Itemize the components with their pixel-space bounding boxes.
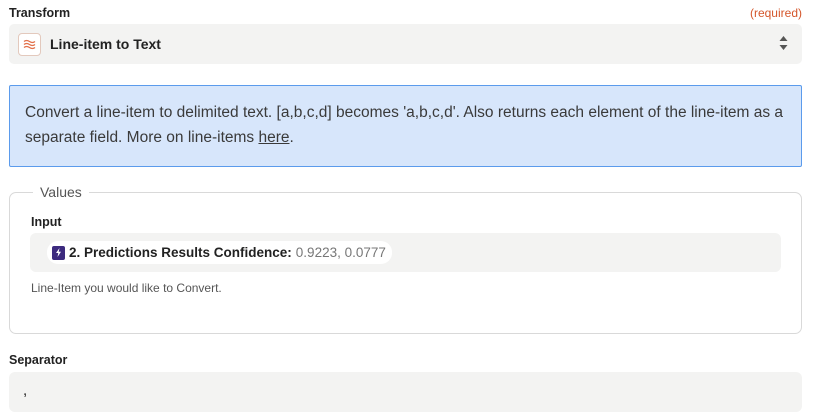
separator-label: Separator <box>9 353 68 367</box>
transform-select[interactable]: Line-item to Text <box>9 24 802 64</box>
info-text: Convert a line-item to delimited text. [… <box>25 104 784 146</box>
values-legend: Values <box>33 184 89 200</box>
mapped-field-pill[interactable]: 2. Predictions Results Confidence: 0.922… <box>47 241 392 264</box>
values-fieldset: Values Input 2. Predictions Results Conf… <box>9 184 802 334</box>
separator-value: , <box>23 382 28 399</box>
input-help-text: Line-Item you would like to Convert. <box>31 281 222 295</box>
sort-arrows-icon <box>779 36 788 50</box>
info-banner: Convert a line-item to delimited text. [… <box>9 85 802 167</box>
separator-input[interactable]: , <box>9 372 802 412</box>
pill-field-value: 0.9223, 0.0777 <box>295 245 386 260</box>
transform-form: Transform (required) Line-item to Text C… <box>0 0 813 419</box>
required-indicator: (required) <box>749 6 802 20</box>
transform-label: Transform <box>9 6 71 20</box>
transform-field-header: Transform (required) <box>9 5 802 21</box>
line-items-help-link[interactable]: here <box>258 129 289 146</box>
pill-field-name: 2. Predictions Results Confidence: <box>69 245 292 260</box>
transform-selected-value: Line-item to Text <box>50 36 161 52</box>
input-label: Input <box>31 215 62 229</box>
formatter-icon <box>18 32 41 56</box>
input-field[interactable]: 2. Predictions Results Confidence: 0.922… <box>30 233 781 272</box>
zap-icon <box>52 245 65 260</box>
info-text-end: . <box>289 129 294 146</box>
